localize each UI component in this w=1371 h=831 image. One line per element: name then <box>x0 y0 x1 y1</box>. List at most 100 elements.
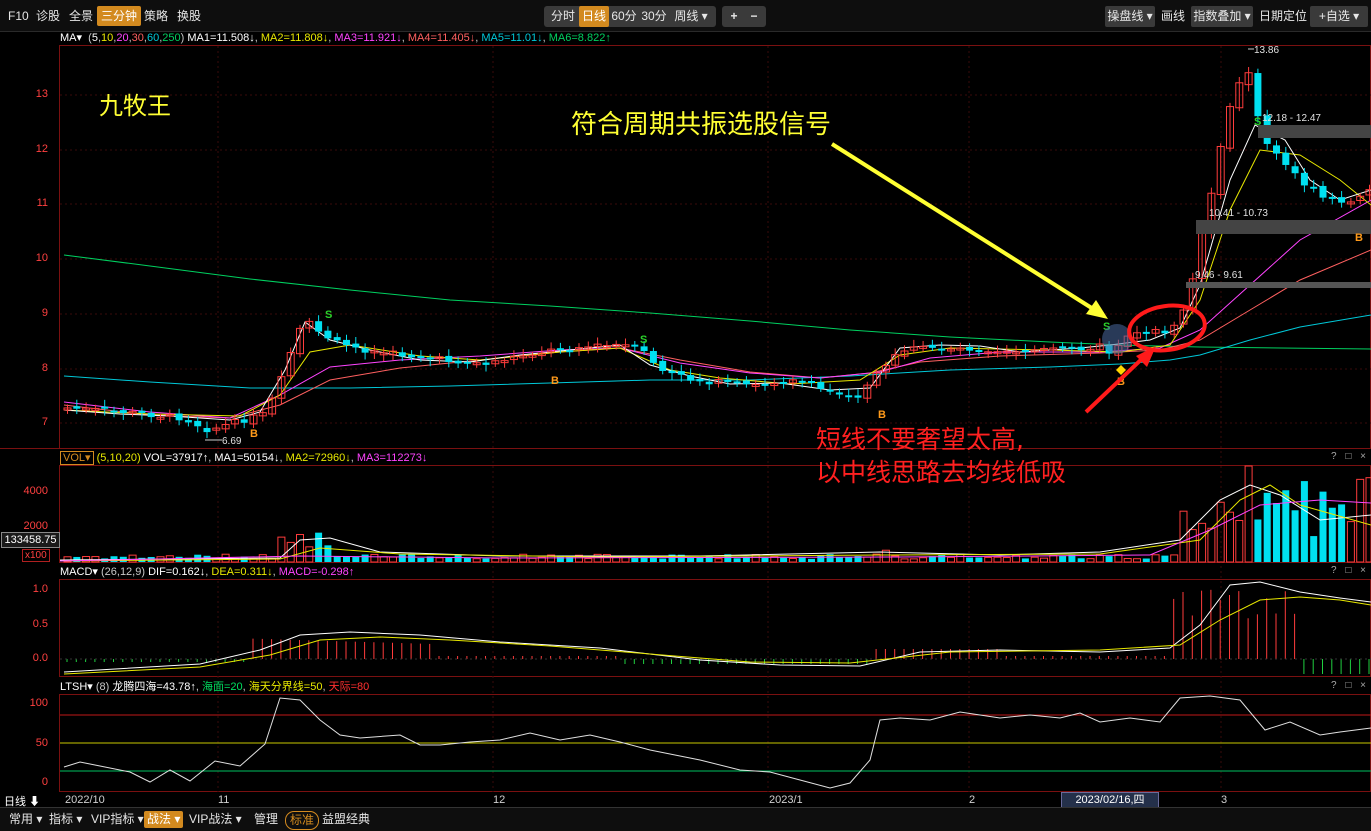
candle-body <box>733 381 741 384</box>
ltsh-tick: 50 <box>35 737 48 749</box>
candle-body <box>324 330 332 339</box>
ltsh-indicator-name[interactable]: LTSH▾ <box>60 681 93 693</box>
volume-bar <box>1328 507 1336 562</box>
vol-ma2 <box>59 484 1371 562</box>
macd-tick: 0.5 <box>32 618 48 630</box>
volume-bar <box>1021 558 1029 562</box>
zhibiao-menu[interactable]: 指标 ▾ <box>46 811 85 828</box>
ltsh-panel-controls[interactable]: ? □ × <box>1331 680 1369 691</box>
volume-bar <box>1059 556 1067 562</box>
volume-bar <box>659 558 667 562</box>
volume-bar <box>919 557 928 563</box>
candle-body <box>343 339 350 346</box>
macd-header: MACD▾ (26,12,9) DIF=0.162↓, DEA=0.311↓, … <box>60 566 355 578</box>
volume-bar <box>482 558 490 562</box>
ma3-line <box>63 199 1371 419</box>
candle-body <box>119 410 127 414</box>
candle-body <box>315 321 323 332</box>
macd-panel-controls[interactable]: ? □ × <box>1331 565 1369 576</box>
volume-bar <box>1133 558 1141 563</box>
volume-bar <box>361 554 369 562</box>
candle-body <box>742 380 750 385</box>
volume-bar <box>286 541 295 563</box>
volume-bar <box>788 557 797 563</box>
vol-ma1-value: MA1=50154↓ <box>214 452 280 464</box>
zhanfa-menu[interactable]: 战法 ▾ <box>144 811 184 828</box>
vol-panel-controls[interactable]: ? □ × <box>1331 451 1369 462</box>
candle-body <box>1328 196 1336 199</box>
candle-body <box>659 360 667 371</box>
volume-bar <box>315 532 323 562</box>
candle-body <box>426 357 434 360</box>
candle-body <box>696 378 704 382</box>
volume-bar <box>370 553 379 563</box>
ltsh-header: LTSH▾ (8) 龙腾四海=43.78↑, 海面=20, 海天分界线=50, … <box>60 681 370 693</box>
volume-bar <box>947 556 955 563</box>
volume-bar <box>687 557 695 562</box>
candle-body <box>1338 197 1346 203</box>
volume-bar <box>1086 558 1095 563</box>
vol-ma3-value: MA3=112273↓ <box>356 452 428 464</box>
candle-body <box>808 381 815 384</box>
candle-body <box>668 370 676 374</box>
changyong-menu[interactable]: 常用 ▾ <box>6 811 45 828</box>
vol-indicator-name[interactable]: VOL▾ <box>60 451 94 465</box>
volume-bar <box>1040 557 1048 563</box>
volume-bar <box>379 556 388 563</box>
x-tick: 3 <box>1221 794 1228 806</box>
candle-body <box>482 362 490 365</box>
volume-bar <box>417 557 425 562</box>
volume-bar <box>296 534 304 563</box>
biaozhun-tab[interactable]: 标准 <box>285 811 320 830</box>
candle-body <box>175 413 183 421</box>
volume-bar <box>1151 554 1160 563</box>
candle-body <box>649 351 657 363</box>
candle-body <box>677 371 685 375</box>
volume-bar <box>1095 554 1104 563</box>
volume-bar <box>1235 519 1244 563</box>
volume-bar <box>966 557 974 562</box>
candle-body <box>556 348 564 351</box>
price-tick: 12 <box>35 143 48 155</box>
zone-label-2: 10.41 - 10.73 <box>1209 208 1268 219</box>
macd-dif-value: DIF=0.162↓ <box>148 566 206 578</box>
volume-bar <box>733 558 741 562</box>
volume-bar <box>975 557 983 562</box>
volume-bar <box>566 556 574 562</box>
volume-bar <box>1170 554 1179 563</box>
ltsh-sea-value: 海面=20 <box>201 681 243 693</box>
macd-indicator-name[interactable]: MACD▾ <box>60 566 98 578</box>
volume-bar <box>435 557 444 563</box>
volume-bar <box>1263 492 1271 562</box>
vip-zhanfa-menu[interactable]: VIP战法 ▾ <box>186 811 245 828</box>
candle-body <box>835 392 843 395</box>
yellow-arrow-line <box>830 142 1100 314</box>
buy-mark-5: B <box>1355 232 1363 244</box>
guanli-button[interactable]: 管理 <box>251 811 281 828</box>
candle-body <box>398 352 406 357</box>
volume-bar <box>845 557 853 562</box>
candle-body <box>1254 73 1262 117</box>
candle-body <box>780 381 788 384</box>
candle-body <box>938 348 946 351</box>
volume-bar <box>798 557 806 562</box>
zone-bar-2 <box>1196 220 1371 234</box>
volume-bar <box>1198 522 1207 563</box>
stock-name: 九牧王 <box>99 92 171 120</box>
vip-indicator-menu[interactable]: VIP指标 ▾ <box>88 811 147 828</box>
macd-params: (26,12,9) <box>100 566 146 578</box>
candle-body <box>417 355 425 359</box>
price-tick: 8 <box>41 362 48 374</box>
yimeng-tab[interactable]: 益盟经典 <box>319 811 373 828</box>
volume-bar <box>1356 478 1365 563</box>
candle-body <box>203 427 211 433</box>
x-tick: 2 <box>969 794 976 806</box>
volume-bar <box>528 557 537 563</box>
volume-bar <box>1254 519 1262 562</box>
vol-header: VOL▾ (5,10,20) VOL=37917↑, MA1=50154↓, M… <box>60 451 427 465</box>
macd-dea-value: DEA=0.311↓ <box>211 566 273 578</box>
volume-bar <box>1346 521 1355 563</box>
candle-body <box>1273 145 1280 154</box>
volume-bar <box>1002 557 1011 563</box>
zone-bar-1 <box>1258 125 1371 138</box>
